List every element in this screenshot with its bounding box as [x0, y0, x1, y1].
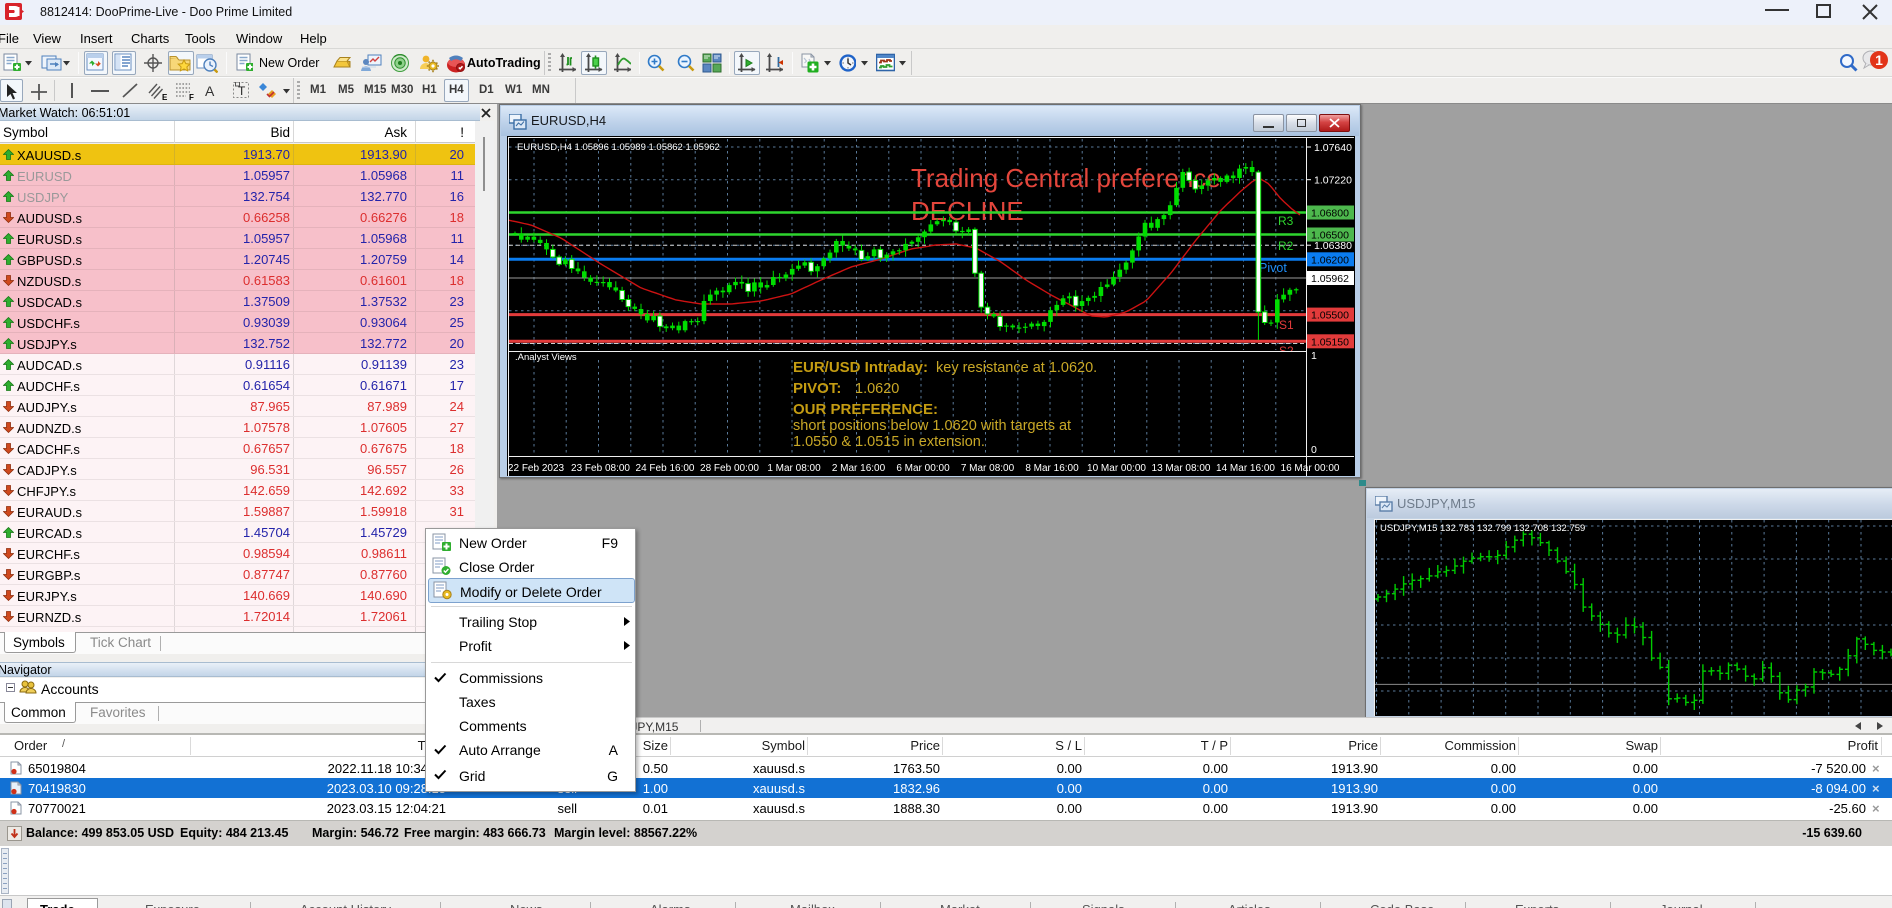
svg-text:F: F — [189, 93, 194, 101]
svg-text:EURUSD,H4 1.05896 1.05989 1.0: EURUSD,H4 1.05896 1.05989 1.05862 1.0596… — [517, 142, 720, 153]
svg-text:EUR/USD Intraday:: EUR/USD Intraday: — [793, 359, 928, 376]
svg-text:.Analyst Views: .Analyst Views — [515, 352, 577, 363]
svg-text:S1: S1 — [1279, 318, 1294, 332]
svg-text:DECLINE: DECLINE — [911, 196, 1024, 226]
svg-text:USDJPY,M15 132.783 132.799 132: USDJPY,M15 132.783 132.799 132.708 132.7… — [1380, 523, 1585, 534]
svg-text:short positions below 1.0620 w: short positions below 1.0620 with target… — [793, 418, 1071, 434]
svg-text:22 Feb 2023: 22 Feb 2023 — [508, 463, 565, 474]
svg-text:1.05500: 1.05500 — [1311, 310, 1349, 322]
svg-text:1: 1 — [1875, 52, 1883, 68]
svg-text:14 Mar 16:00: 14 Mar 16:00 — [1216, 463, 1275, 474]
svg-text:key resistance at 1.0620.: key resistance at 1.0620. — [936, 360, 1097, 376]
svg-text:R2: R2 — [1278, 239, 1294, 253]
svg-text:1: 1 — [1311, 350, 1317, 362]
svg-text:1.05150: 1.05150 — [1311, 336, 1349, 348]
svg-text:Pivot: Pivot — [1259, 261, 1287, 275]
svg-text:E: E — [162, 93, 168, 101]
svg-text:23 Feb 08:00: 23 Feb 08:00 — [571, 463, 630, 474]
svg-text:1.07640: 1.07640 — [1314, 142, 1352, 154]
svg-text:PIVOT:: PIVOT: — [793, 380, 841, 397]
svg-text:10 Mar 00:00: 10 Mar 00:00 — [1087, 463, 1146, 474]
svg-text:1.05962: 1.05962 — [1311, 273, 1349, 285]
svg-text:1.06200: 1.06200 — [1311, 254, 1349, 266]
svg-text:T: T — [238, 84, 246, 98]
svg-text:13 Mar 08:00: 13 Mar 08:00 — [1152, 463, 1211, 474]
svg-text:OUR PREFERENCE:: OUR PREFERENCE: — [793, 401, 938, 418]
svg-text:0: 0 — [1311, 444, 1317, 456]
svg-text:1.07220: 1.07220 — [1314, 175, 1352, 187]
svg-text:1 Mar 08:00: 1 Mar 08:00 — [767, 463, 821, 474]
svg-text:6 Mar 00:00: 6 Mar 00:00 — [896, 463, 950, 474]
svg-text:1.06800: 1.06800 — [1311, 208, 1349, 220]
svg-text:28 Feb 00:00: 28 Feb 00:00 — [700, 463, 759, 474]
svg-text:16 Mar 00:00: 16 Mar 00:00 — [1281, 463, 1340, 474]
svg-text:24 Feb 16:00: 24 Feb 16:00 — [636, 463, 695, 474]
svg-text:2 Mar 16:00: 2 Mar 16:00 — [832, 463, 886, 474]
svg-text:7 Mar 08:00: 7 Mar 08:00 — [961, 463, 1015, 474]
svg-text:1.0550 & 1.0515 in extension.: 1.0550 & 1.0515 in extension. — [793, 434, 985, 450]
svg-text:1.06380: 1.06380 — [1314, 240, 1352, 252]
svg-text:R3: R3 — [1278, 214, 1294, 228]
svg-text:8 Mar 16:00: 8 Mar 16:00 — [1025, 463, 1079, 474]
svg-text:1.0620: 1.0620 — [855, 381, 899, 397]
